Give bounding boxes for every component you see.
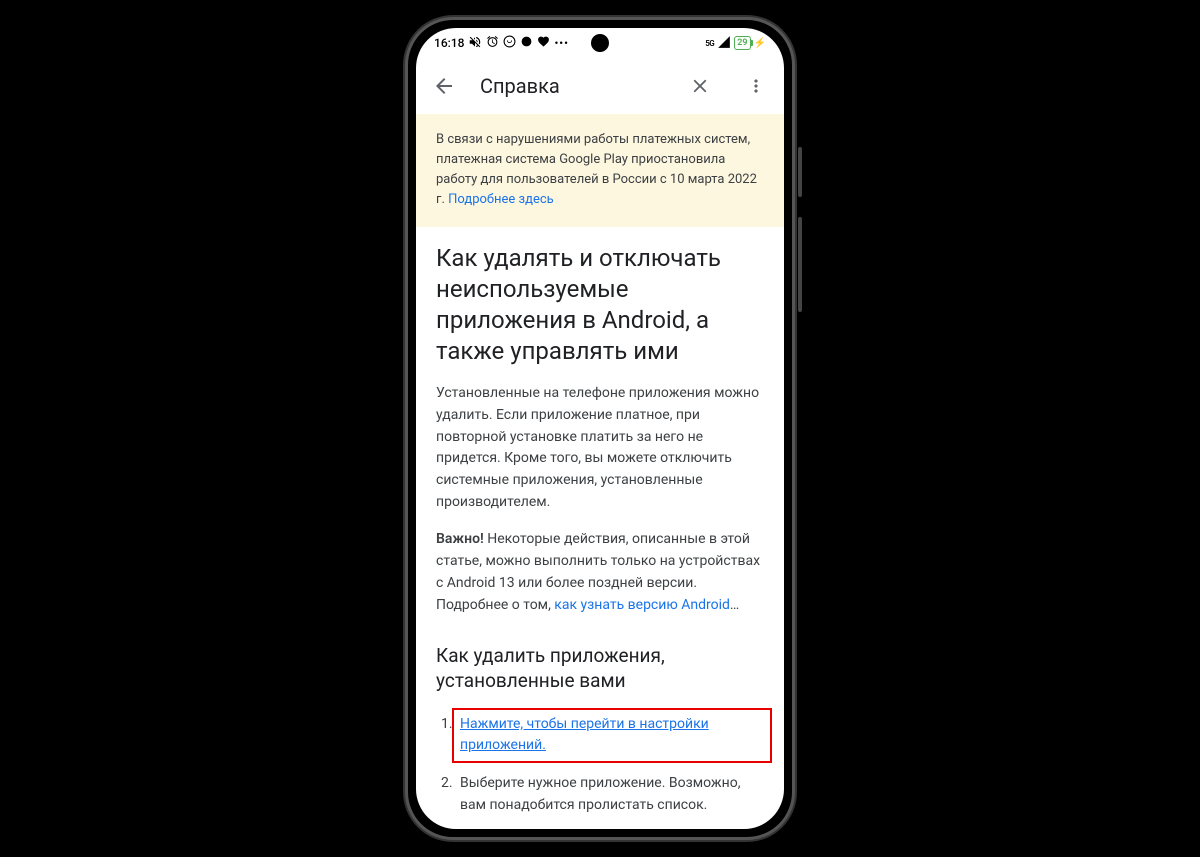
step-1: Нажмите, чтобы перейти в настройки прило…: [456, 708, 764, 763]
para2-text-b: …: [730, 597, 739, 613]
section-title-1: Как удалить приложения, установленные ва…: [436, 644, 764, 693]
viber-icon: [503, 35, 516, 51]
steps-list: Нажмите, чтобы перейти в настройки прило…: [436, 708, 764, 817]
article-content[interactable]: Как удалять и отключать неиспользуемые п…: [416, 227, 784, 829]
close-button[interactable]: [680, 66, 720, 106]
article-title: Как удалять и отключать неиспользуемые п…: [436, 243, 764, 368]
phone-side-button-1: [798, 147, 802, 197]
shazam-icon: [520, 35, 533, 51]
network-type: 5G: [705, 39, 714, 48]
article-paragraph-1: Установленные на телефоне приложения мож…: [436, 383, 764, 513]
battery-indicator: 29: [734, 36, 750, 50]
camera-notch: [591, 34, 609, 52]
phone-frame: 16:18 •••: [405, 17, 795, 840]
app-bar: Справка: [416, 58, 784, 114]
more-icon: •••: [554, 37, 569, 50]
battery-percent: 29: [737, 38, 747, 48]
status-left: 16:18 •••: [434, 35, 569, 52]
signal-icon: [717, 35, 731, 52]
back-button[interactable]: [424, 66, 464, 106]
alarm-icon: [486, 35, 499, 51]
mute-icon: [468, 35, 482, 52]
screen: 16:18 •••: [416, 28, 784, 829]
status-time: 16:18: [434, 36, 464, 50]
android-version-link[interactable]: как узнать версию Android: [554, 597, 730, 613]
article-paragraph-2: Важно! Некоторые действия, описанные в э…: [436, 529, 764, 616]
notice-banner: В связи с нарушениями работы платежных с…: [416, 114, 784, 227]
app-bar-title: Справка: [480, 74, 664, 98]
overflow-menu-button[interactable]: [736, 66, 776, 106]
phone-side-button-2: [798, 217, 802, 312]
charging-icon: ⚡: [754, 38, 766, 49]
step-2: Выберите нужное приложение. Возможно, ва…: [456, 773, 764, 816]
heart-icon: [537, 35, 550, 51]
status-right: 5G 29 ⚡: [705, 35, 766, 52]
highlight-annotation: Нажмите, чтобы перейти в настройки прило…: [452, 708, 772, 763]
notice-link[interactable]: Подробнее здесь: [448, 192, 554, 207]
important-label: Важно!: [436, 531, 484, 547]
app-settings-link[interactable]: Нажмите, чтобы перейти в настройки прило…: [460, 716, 709, 754]
